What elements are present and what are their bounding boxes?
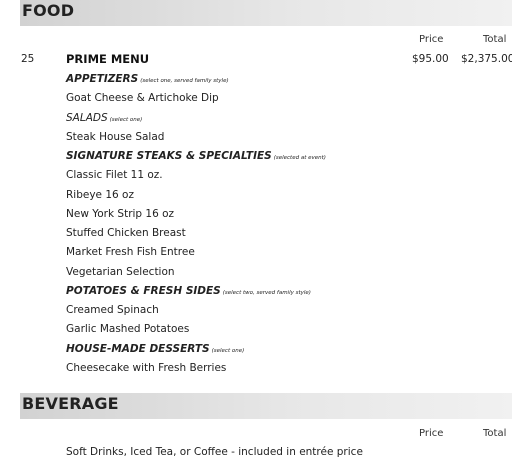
menu-item: Steak House Salad [66,130,165,143]
menu-category-note: (select one, served family style) [140,78,229,84]
beverage-price-header: Price [419,428,444,439]
beverage-total-header: Total [483,428,507,439]
food-total-header: Total [483,34,507,45]
menu-item: Creamed Spinach [66,304,159,316]
menu-category-title: POTATOES & FRESH SIDES [66,284,221,297]
menu-item: Ribeye 16 oz [66,188,134,201]
menu-item: Stuffed Chicken Breast [66,227,186,239]
menu-item: Goat Cheese & Artichoke Dip [66,92,219,105]
beverage-section-header: BEVERAGE [20,393,512,419]
beverage-section-title: BEVERAGE [22,394,119,413]
menu-category-title: APPETIZERS [66,73,139,85]
beverage-item: Soft Drinks, Iced Tea, or Coffee - inclu… [66,446,363,458]
menu-category: POTATOES & FRESH SIDES (select two, serve… [66,285,311,297]
food-section-header: FOOD [20,0,512,26]
menu-category-note: (select one) [109,116,143,123]
menu-item: New York Strip 16 oz [66,207,175,220]
menu-category-title: HOUSE-MADE DESSERTS [66,342,210,355]
menu-category-title: SALADS [66,111,108,124]
menu-category-title: SIGNATURE STEAKS & SPECIALTIES [66,150,272,162]
menu-item: Garlic Mashed Potatoes [66,323,190,336]
menu-item: Cheesecake with Fresh Berries [66,361,227,374]
menu-category: HOUSE-MADE DESSERTS (select one) [66,343,244,355]
menu-category: SIGNATURE STEAKS & SPECIALTIES (selected … [66,150,326,162]
menu-item: Market Fresh Fish Entree [66,246,195,259]
menu-category-note: (select two, served family style) [222,289,311,296]
food-section-title: FOOD [22,1,75,20]
menu-category: SALADS (select one) [66,112,142,124]
menu-category: APPETIZERS (select one, served family sty… [66,73,229,85]
menu-price: $95.00 [412,53,449,65]
food-quantity: 25 [21,53,35,65]
menu-category-note: (selected at event) [273,155,326,161]
menu-category-note: (select one) [211,347,245,354]
menu-total: $2,375.00 [461,53,512,65]
menu-item: Classic Filet 11 oz. [66,169,163,182]
menu-item: Vegetarian Selection [66,265,175,278]
menu-name: PRIME MENU [66,52,150,66]
food-price-header: Price [419,34,444,45]
